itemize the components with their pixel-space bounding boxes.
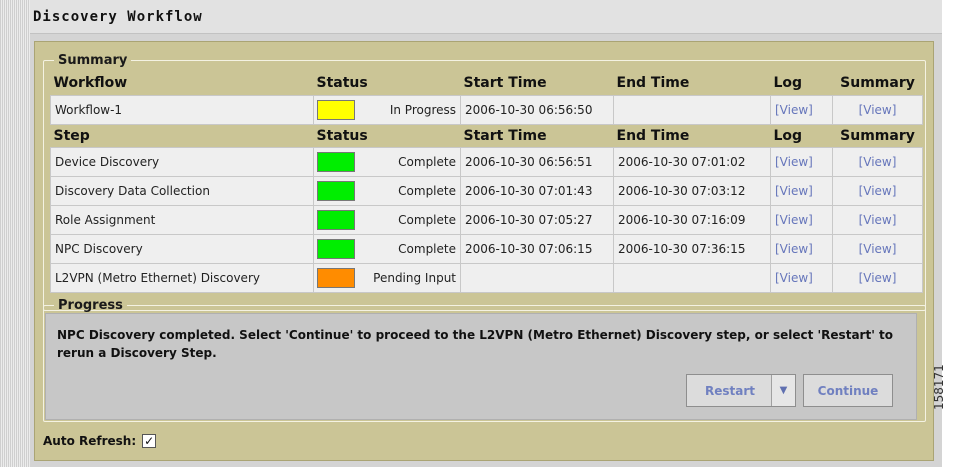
header-log: Log	[770, 72, 833, 95]
status-color-swatch	[317, 267, 355, 288]
step-end-time: 2006-10-30 07:01:02	[613, 146, 771, 177]
step-summary-link[interactable]: [View]	[832, 204, 923, 235]
header-end-time: End Time	[613, 72, 771, 95]
step-name: L2VPN (Metro Ethernet) Discovery	[50, 262, 314, 293]
summary-legend: Summary	[58, 53, 128, 68]
status-label: Complete	[398, 183, 456, 198]
header-workflow: Workflow	[50, 72, 314, 95]
header-step-summary: Summary	[832, 124, 923, 147]
step-summary-link[interactable]: [View]	[832, 146, 923, 177]
header-summary: Summary	[832, 72, 923, 95]
step-summary-link[interactable]: [View]	[832, 233, 923, 264]
header-step: Step	[50, 124, 314, 147]
workflow-name: Workflow-1	[50, 94, 314, 125]
restart-button[interactable]: Restart ▼	[686, 374, 796, 407]
header-start-time: Start Time	[460, 72, 614, 95]
workflow-start-time: 2006-10-30 06:56:50	[460, 94, 614, 125]
workflow-panel: Summary Workflow Status Start Time End T…	[34, 41, 934, 461]
step-name: Device Discovery	[50, 146, 314, 177]
step-status: Pending Input	[313, 262, 461, 293]
header-step-start-time: Start Time	[460, 124, 614, 147]
step-end-time: 2006-10-30 07:03:12	[613, 175, 771, 206]
step-log-link[interactable]: [View]	[770, 204, 833, 235]
auto-refresh: Auto Refresh: ✓	[43, 434, 157, 448]
step-header-row: Step Status Start Time End Time Log Summ…	[50, 124, 923, 147]
header-step-log: Log	[770, 124, 833, 147]
step-name: Discovery Data Collection	[50, 175, 314, 206]
step-log-link[interactable]: [View]	[770, 146, 833, 177]
status-label: Complete	[398, 212, 456, 227]
step-status: Complete	[313, 233, 461, 264]
step-summary-link[interactable]: [View]	[832, 175, 923, 206]
status-label: Complete	[398, 241, 456, 256]
header-status: Status	[313, 72, 461, 95]
header-step-status: Status	[313, 124, 461, 147]
step-end-time: 2006-10-30 07:16:09	[613, 204, 771, 235]
header-step-end-time: End Time	[613, 124, 771, 147]
step-log-link[interactable]: [View]	[770, 262, 833, 293]
step-row: L2VPN (Metro Ethernet) Discovery Pending…	[50, 262, 923, 293]
check-icon: ✓	[144, 434, 155, 448]
workflow-summary-link[interactable]: [View]	[832, 94, 923, 125]
workflow-end-time	[613, 94, 771, 125]
auto-refresh-checkbox[interactable]: ✓	[142, 434, 157, 448]
workflow-log-link[interactable]: [View]	[770, 94, 833, 125]
step-log-link[interactable]: [View]	[770, 233, 833, 264]
title-bar: Discovery Workflow	[30, 0, 942, 34]
dropdown-arrow-icon[interactable]: ▼	[771, 375, 795, 406]
step-start-time	[460, 262, 614, 293]
step-row: Role Assignment Complete 2006-10-30 07:0…	[50, 204, 923, 235]
status-color-swatch	[317, 99, 355, 120]
discovery-workflow-window: Discovery Workflow Summary Workflow Stat…	[30, 0, 942, 467]
figure-number: 158171	[932, 364, 946, 410]
step-row: Device Discovery Complete 2006-10-30 06:…	[50, 146, 923, 177]
step-end-time	[613, 262, 771, 293]
step-start-time: 2006-10-30 07:06:15	[460, 233, 614, 264]
step-start-time: 2006-10-30 07:05:27	[460, 204, 614, 235]
status-color-swatch	[317, 180, 355, 201]
auto-refresh-label: Auto Refresh:	[43, 434, 137, 448]
step-row: NPC Discovery Complete 2006-10-30 07:06:…	[50, 233, 923, 264]
progress-legend: Progress	[58, 298, 123, 313]
step-start-time: 2006-10-30 07:01:43	[460, 175, 614, 206]
left-edge-stripe	[0, 0, 30, 467]
step-start-time: 2006-10-30 06:56:51	[460, 146, 614, 177]
restart-label: Restart	[705, 383, 756, 398]
workflow-table: Workflow Status Start Time End Time Log …	[50, 72, 923, 293]
continue-label: Continue	[817, 383, 879, 398]
status-label: In Progress	[389, 102, 456, 117]
status-color-swatch	[317, 238, 355, 259]
status-color-swatch	[317, 151, 355, 172]
step-status: Complete	[313, 175, 461, 206]
step-status: Complete	[313, 146, 461, 177]
continue-button[interactable]: Continue	[803, 374, 893, 407]
step-name: NPC Discovery	[50, 233, 314, 264]
window-title: Discovery Workflow	[33, 9, 203, 25]
step-status: Complete	[313, 204, 461, 235]
step-summary-link[interactable]: [View]	[832, 262, 923, 293]
workflow-status: In Progress	[313, 94, 461, 125]
status-label: Complete	[398, 154, 456, 169]
progress-message: NPC Discovery completed. Select 'Continu…	[57, 328, 894, 360]
workflow-row: Workflow-1 In Progress 2006-10-30 06:56:…	[50, 94, 923, 125]
step-log-link[interactable]: [View]	[770, 175, 833, 206]
progress-box: NPC Discovery completed. Select 'Continu…	[45, 313, 917, 420]
step-name: Role Assignment	[50, 204, 314, 235]
workflow-header-row: Workflow Status Start Time End Time Log …	[50, 72, 923, 95]
status-label: Pending Input	[373, 270, 456, 285]
step-end-time: 2006-10-30 07:36:15	[613, 233, 771, 264]
step-row: Discovery Data Collection Complete 2006-…	[50, 175, 923, 206]
status-color-swatch	[317, 209, 355, 230]
